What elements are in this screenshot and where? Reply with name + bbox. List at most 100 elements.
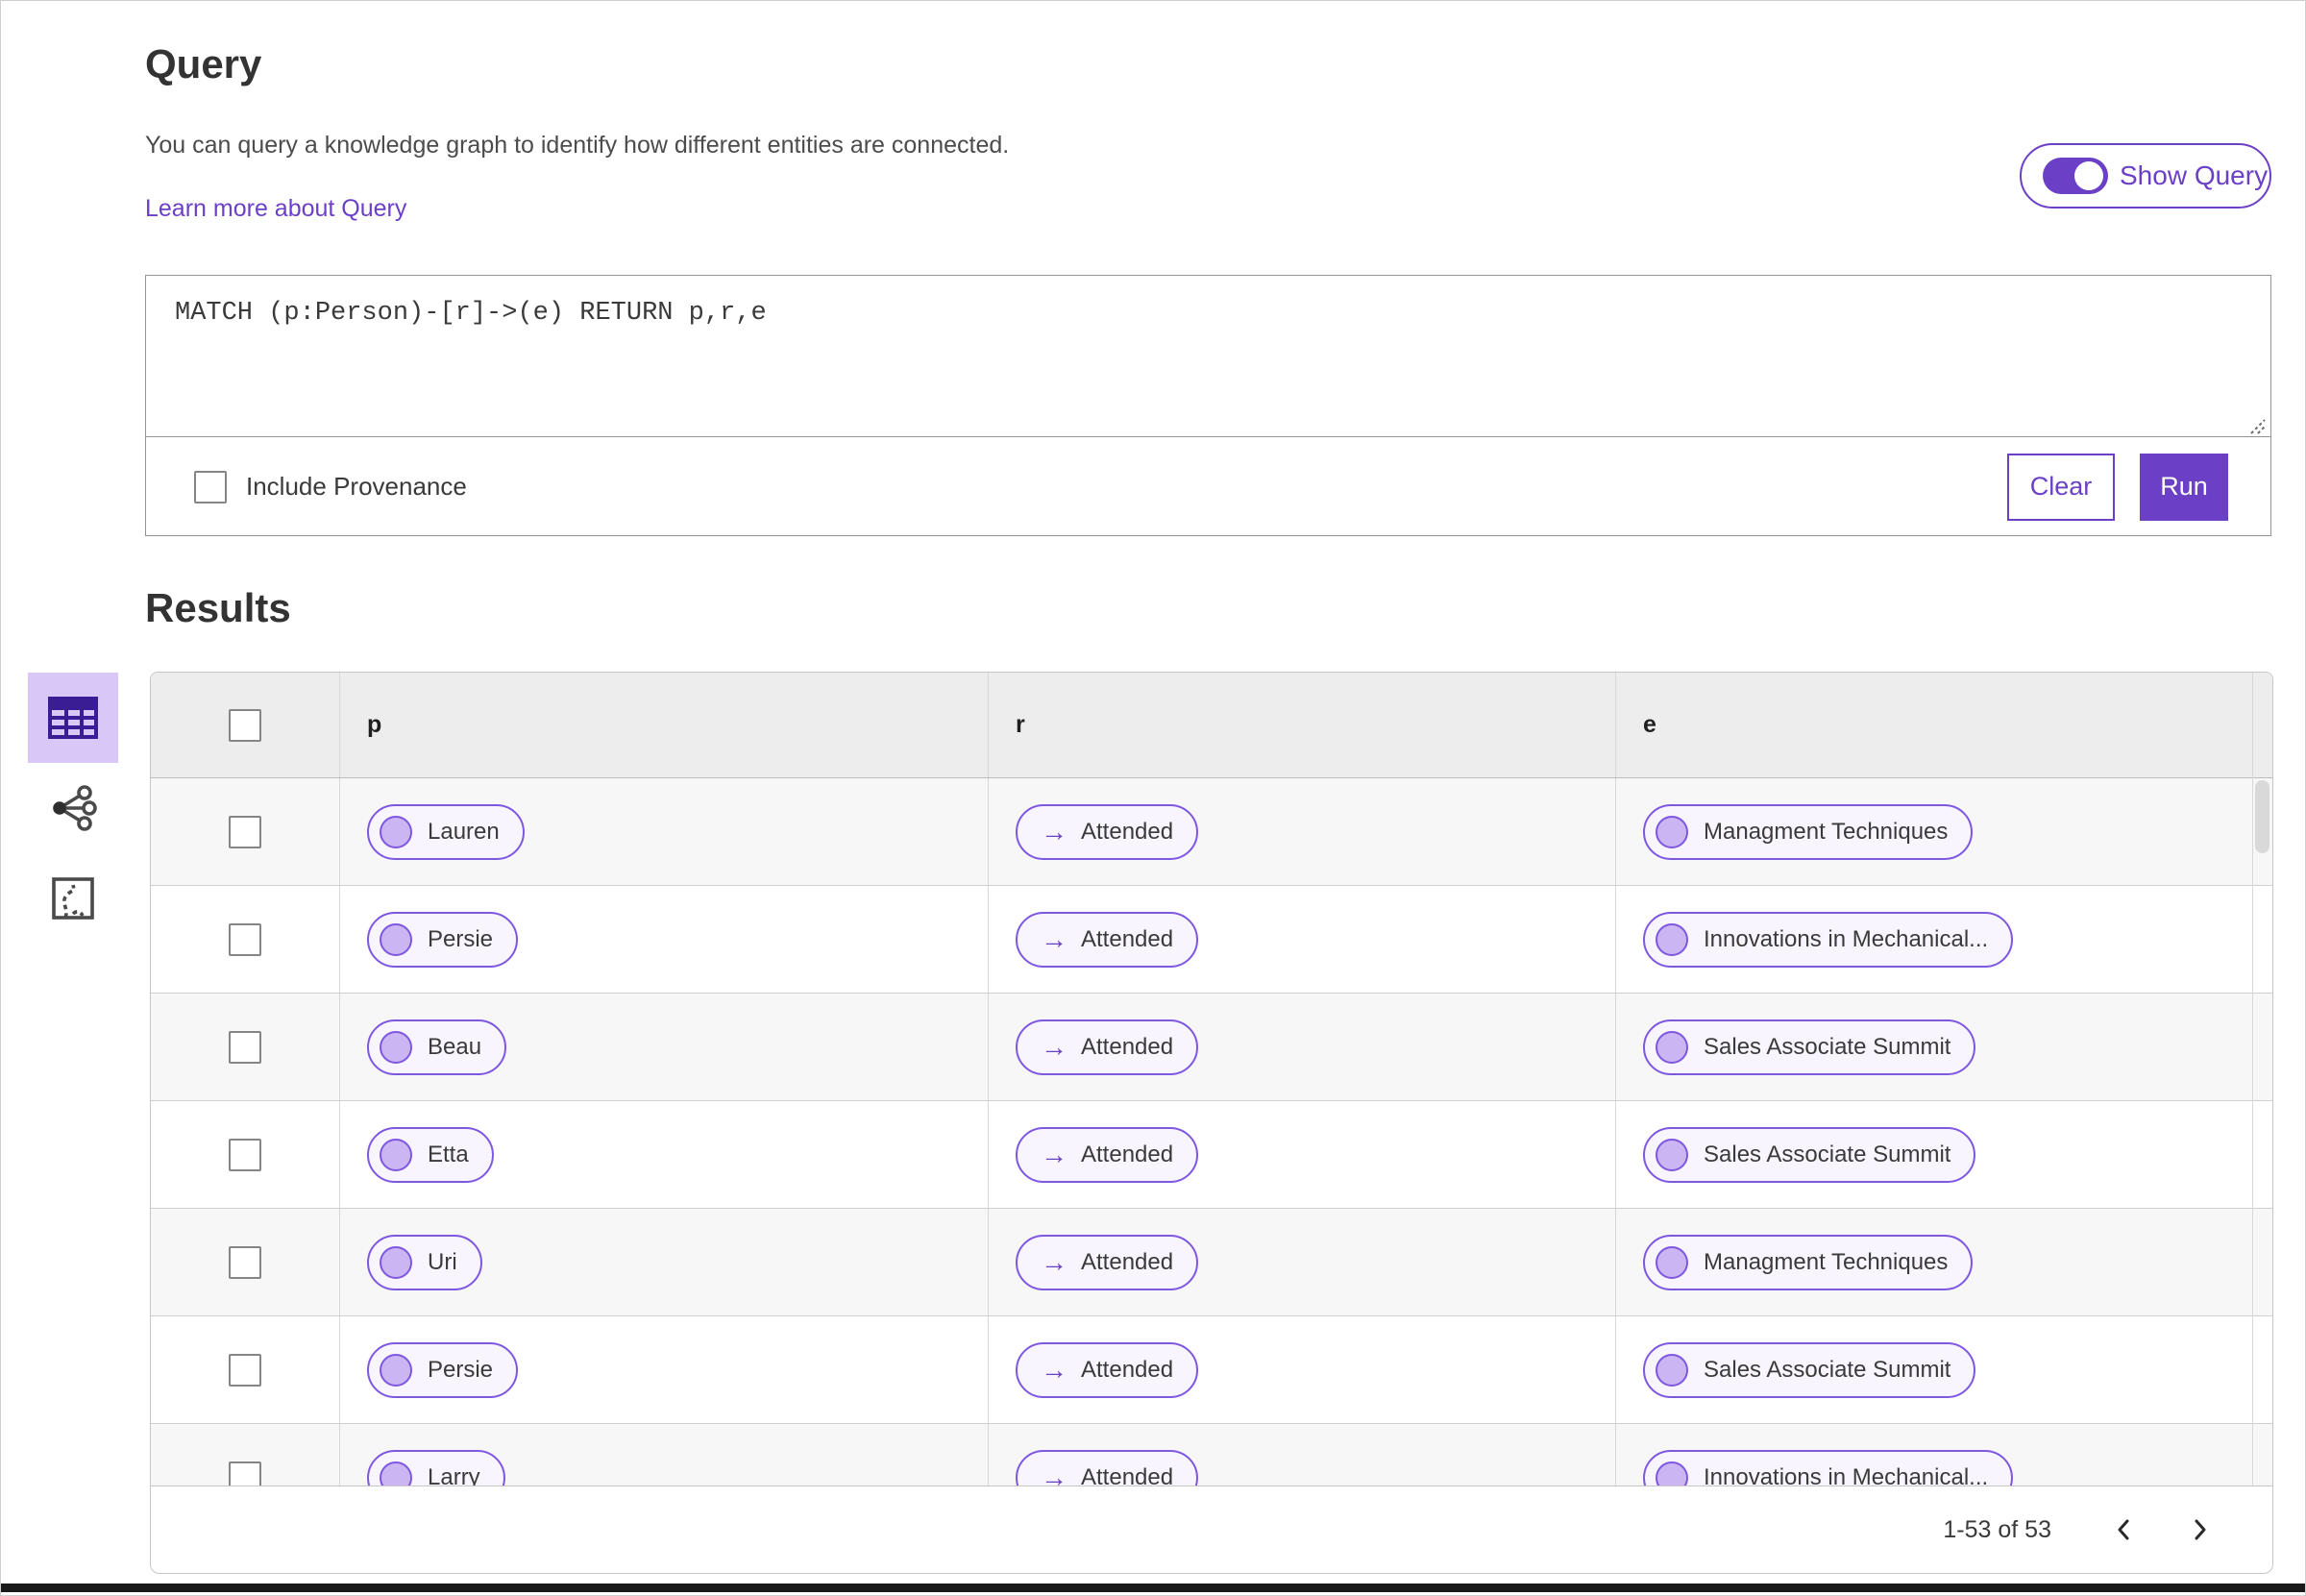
show-query-label: Show Query xyxy=(2120,160,2269,190)
row-checkbox[interactable] xyxy=(229,1030,261,1064)
row-checkbox[interactable] xyxy=(229,1353,261,1387)
node-circle-icon xyxy=(1656,1461,1688,1486)
cell-r: → Attended xyxy=(989,886,1616,993)
table-row: Persie → Attended Innovations in Mechani… xyxy=(151,886,2272,994)
select-all-checkbox[interactable] xyxy=(229,708,261,742)
cell-r: → Attended xyxy=(989,778,1616,885)
cell-p: Lauren xyxy=(340,778,989,885)
resize-grip-icon[interactable] xyxy=(2242,410,2267,435)
table-row: Lauren → Attended Managment Techniques xyxy=(151,778,2272,886)
table-row: Etta → Attended Sales Associate Summit xyxy=(151,1101,2272,1209)
row-checkbox-cell xyxy=(151,886,340,993)
relation-pill[interactable]: → Attended xyxy=(1016,911,1199,968)
results-table: p r e Lauren → Attended Managment Techni xyxy=(150,672,2273,1486)
relation-pill[interactable]: → Attended xyxy=(1016,1341,1199,1398)
chevron-right-icon xyxy=(2195,1519,2206,1540)
entity-label: Lauren xyxy=(428,818,500,845)
entity-pill[interactable]: Lauren xyxy=(367,803,525,860)
entity-label: Persie xyxy=(428,1356,494,1383)
node-circle-icon xyxy=(1656,1353,1688,1387)
previous-page-button[interactable] xyxy=(2096,1501,2153,1559)
relation-pill[interactable]: → Attended xyxy=(1016,1019,1199,1075)
entity-pill[interactable]: Uri xyxy=(367,1234,482,1290)
cell-e: Managment Techniques xyxy=(1616,1209,2272,1315)
entity-pill[interactable]: Innovations in Mechanical... xyxy=(1643,1449,2014,1486)
arrow-right-icon: → xyxy=(1041,1139,1067,1169)
column-header-e: e xyxy=(1643,711,1656,738)
table-view-button[interactable] xyxy=(28,673,118,763)
node-circle-icon xyxy=(1656,922,1688,956)
graph-view-button[interactable] xyxy=(28,763,118,853)
cell-p: Beau xyxy=(340,994,989,1100)
row-checkbox[interactable] xyxy=(229,1245,261,1279)
toggle-switch-icon[interactable] xyxy=(2043,158,2108,194)
cell-e: Sales Associate Summit xyxy=(1616,994,2272,1100)
node-circle-icon xyxy=(380,922,412,956)
map-view-button[interactable] xyxy=(28,853,118,944)
row-checkbox[interactable] xyxy=(229,815,261,848)
entity-pill[interactable]: Innovations in Mechanical... xyxy=(1643,911,2014,968)
run-button[interactable]: Run xyxy=(2140,453,2228,521)
cell-e: Managment Techniques xyxy=(1616,778,2272,885)
row-checkbox-cell xyxy=(151,1101,340,1208)
cell-r: → Attended xyxy=(989,1101,1616,1208)
entity-label: Etta xyxy=(428,1141,469,1167)
relation-pill[interactable]: → Attended xyxy=(1016,1126,1199,1183)
cell-p: Etta xyxy=(340,1101,989,1208)
entity-pill[interactable]: Managment Techniques xyxy=(1643,1234,1974,1290)
relation-pill[interactable]: → Attended xyxy=(1016,803,1199,860)
entity-pill[interactable]: Sales Associate Summit xyxy=(1643,1019,1976,1075)
scrollbar-track xyxy=(2252,673,2253,1486)
arrow-right-icon: → xyxy=(1041,923,1067,954)
column-header-r: r xyxy=(989,673,1616,777)
node-circle-icon xyxy=(1656,1138,1688,1171)
header-checkbox-cell xyxy=(151,673,340,777)
chevron-left-icon xyxy=(2118,1519,2129,1540)
entity-pill[interactable]: Etta xyxy=(367,1126,494,1183)
entity-pill[interactable]: Sales Associate Summit xyxy=(1643,1341,1976,1398)
include-provenance-label: Include Provenance xyxy=(246,472,467,501)
clear-button[interactable]: Clear xyxy=(2007,453,2115,521)
cell-e: Sales Associate Summit xyxy=(1616,1316,2272,1423)
entity-pill[interactable]: Sales Associate Summit xyxy=(1643,1126,1976,1183)
results-title: Results xyxy=(145,585,291,630)
cell-p: Persie xyxy=(340,1316,989,1423)
results-table-card: p r e Lauren → Attended Managment Techni xyxy=(150,672,2273,1574)
entity-pill[interactable]: Persie xyxy=(367,911,519,968)
query-page: Query You can query a knowledge graph to… xyxy=(0,0,2306,1596)
window-bottom-edge xyxy=(1,1584,2305,1592)
entity-label: Innovations in Mechanical... xyxy=(1704,925,1989,952)
column-header-p: p xyxy=(340,673,989,777)
relation-label: Attended xyxy=(1081,1248,1174,1275)
entity-label: Innovations in Mechanical... xyxy=(1704,1463,1989,1486)
map-route-icon xyxy=(52,877,94,920)
include-provenance-checkbox[interactable] xyxy=(194,470,227,503)
relation-pill[interactable]: → Attended xyxy=(1016,1449,1199,1486)
arrow-right-icon: → xyxy=(1041,1354,1067,1385)
query-toolbar: Include Provenance Clear Run xyxy=(146,438,2270,535)
query-input[interactable]: MATCH (p:Person)-[r]->(e) RETURN p,r,e xyxy=(146,276,2270,437)
cell-r: → Attended xyxy=(989,1316,1616,1423)
toggle-knob xyxy=(2074,161,2103,190)
entity-label: Beau xyxy=(428,1033,482,1060)
entity-label: Sales Associate Summit xyxy=(1704,1141,1951,1167)
row-checkbox[interactable] xyxy=(229,1138,261,1171)
table-row: Uri → Attended Managment Techniques xyxy=(151,1209,2272,1316)
table-icon xyxy=(48,697,98,739)
table-body: Lauren → Attended Managment Techniques P… xyxy=(151,778,2272,1486)
node-circle-icon xyxy=(380,1138,412,1171)
entity-pill[interactable]: Beau xyxy=(367,1019,507,1075)
entity-pill[interactable]: Persie xyxy=(367,1341,519,1398)
view-switcher xyxy=(28,673,118,944)
row-checkbox[interactable] xyxy=(229,1461,261,1486)
next-page-button[interactable] xyxy=(2171,1501,2228,1559)
entity-pill[interactable]: Managment Techniques xyxy=(1643,803,1974,860)
entity-pill[interactable]: Larry xyxy=(367,1449,505,1486)
scrollbar-thumb[interactable] xyxy=(2255,780,2269,853)
relation-pill[interactable]: → Attended xyxy=(1016,1234,1199,1290)
learn-more-link[interactable]: Learn more about Query xyxy=(145,195,406,223)
page-description: You can query a knowledge graph to ident… xyxy=(145,132,1010,159)
show-query-toggle[interactable]: Show Query xyxy=(2020,143,2271,209)
row-checkbox-cell xyxy=(151,1424,340,1486)
row-checkbox[interactable] xyxy=(229,922,261,956)
